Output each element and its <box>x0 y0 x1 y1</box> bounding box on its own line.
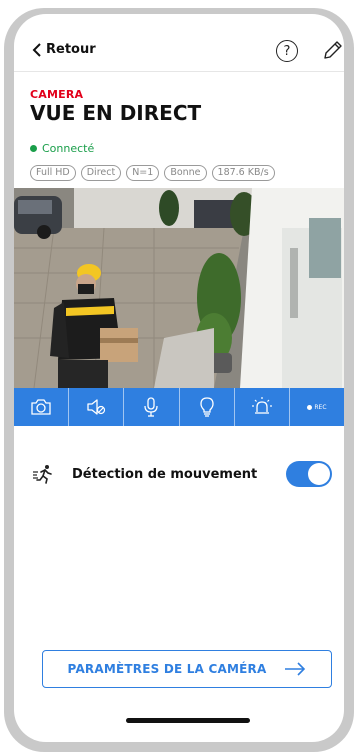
header-divider <box>14 71 344 72</box>
light-bulb-icon <box>199 397 214 417</box>
badge-bitrate: 187.6 KB/s <box>211 165 275 181</box>
video-frame-image <box>14 188 344 388</box>
chevron-left-icon <box>32 42 41 57</box>
record-label: REC <box>314 403 327 411</box>
motion-detection-row: Détection de mouvement <box>32 460 332 488</box>
badge-resolution: Full HD <box>30 165 76 181</box>
connection-status: Connecté <box>30 142 94 155</box>
microphone-button[interactable] <box>123 388 178 426</box>
snapshot-button[interactable] <box>14 388 68 426</box>
camera-settings-label: PARAMÈTRES DE LA CAMÉRA <box>67 662 267 676</box>
stream-info-badges: Full HD Direct N=1 Bonne 187.6 KB/s <box>30 165 275 181</box>
status-label: Connecté <box>42 142 95 155</box>
badge-quality: Bonne <box>164 165 207 181</box>
app-screen: Retour ? CAMERA VUE EN DIRECT Connecté F… <box>14 14 344 742</box>
back-label: Retour <box>46 42 96 57</box>
status-dot-icon <box>30 145 37 152</box>
home-indicator[interactable] <box>126 718 250 723</box>
back-button[interactable]: Retour <box>32 42 96 57</box>
help-button[interactable]: ? <box>276 40 298 62</box>
record-icon <box>307 404 313 410</box>
phone-frame: Retour ? CAMERA VUE EN DIRECT Connecté F… <box>4 8 354 752</box>
speaker-mute-icon <box>87 399 106 415</box>
light-button[interactable] <box>178 388 234 426</box>
running-person-icon <box>33 465 52 484</box>
section-overline: CAMERA <box>30 88 84 101</box>
live-video-feed[interactable] <box>14 188 344 388</box>
siren-button[interactable] <box>233 388 289 426</box>
motion-detection-toggle[interactable] <box>286 461 332 487</box>
microphone-icon <box>144 397 159 417</box>
page-title: VUE EN DIRECT <box>30 101 202 125</box>
siren-icon <box>251 397 272 414</box>
record-button[interactable]: REC <box>288 388 344 426</box>
camera-settings-button[interactable]: PARAMÈTRES DE LA CAMÉRA <box>42 650 332 688</box>
badge-mode: Direct <box>80 165 122 181</box>
badge-viewers: N=1 <box>126 165 160 181</box>
toggle-knob <box>308 463 330 485</box>
top-bar: Retour ? <box>14 14 344 62</box>
camera-icon <box>31 399 51 415</box>
help-icon: ? <box>283 43 291 59</box>
arrow-right-icon <box>285 662 306 676</box>
speaker-button[interactable] <box>68 388 123 426</box>
camera-controls-toolbar: REC <box>14 388 344 426</box>
motion-detection-label: Détection de mouvement <box>72 466 258 482</box>
pencil-icon[interactable] <box>322 39 344 61</box>
